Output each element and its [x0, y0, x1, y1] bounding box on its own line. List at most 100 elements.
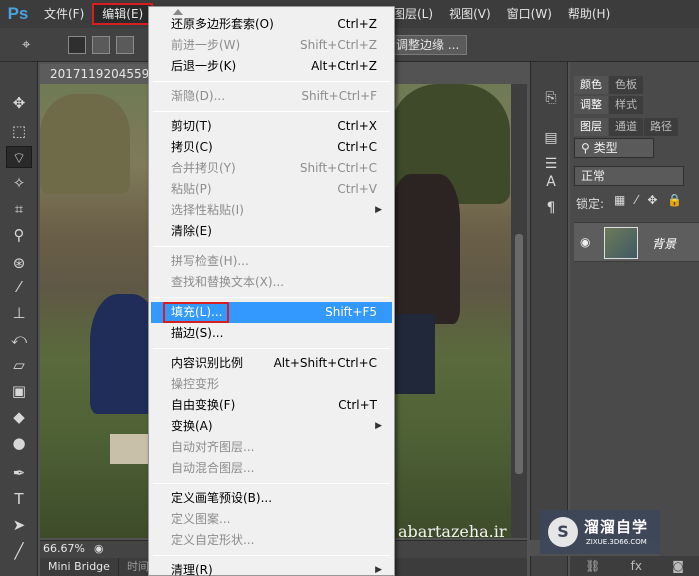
brush-tool-icon[interactable]: ⁄	[6, 276, 32, 298]
menu-item-find-replace[interactable]: 查找和替换文本(X)...	[151, 272, 392, 293]
blur-tool-icon[interactable]: ◆	[6, 406, 32, 428]
polygon-lasso-preset-icon[interactable]: ⌖	[22, 35, 30, 53]
layer-filter-select[interactable]: ⚲ 类型	[574, 138, 654, 158]
brush-panel-icon[interactable]: ☰	[541, 154, 561, 174]
menu-item-auto-blend[interactable]: 自动混合图层...	[151, 458, 392, 479]
menu-item-content-aware-scale[interactable]: 内容识别比例 Alt+Shift+Ctrl+C	[151, 353, 392, 374]
tab-adjustments[interactable]: 调整	[574, 96, 608, 114]
link-icon[interactable]: ⛓	[585, 559, 600, 573]
layer-row-background[interactable]: ◉ 背景	[574, 222, 699, 262]
menu-item-fill[interactable]: 填充(L)... Shift+F5	[151, 302, 392, 323]
menu-item-stroke[interactable]: 描边(S)...	[151, 323, 392, 344]
tab-layers[interactable]: 图层	[574, 118, 608, 136]
brand-logo-icon: S	[548, 517, 578, 547]
tab-styles[interactable]: 样式	[609, 96, 643, 114]
refine-edge-button[interactable]: 调整边缘 ...	[393, 35, 467, 55]
submenu-arrow-icon: ▶	[375, 421, 382, 431]
tab-color[interactable]: 颜色	[574, 76, 608, 94]
magic-wand-icon[interactable]: ✧	[6, 172, 32, 194]
menu-separator	[153, 297, 390, 298]
search-icon: ⚲	[581, 141, 594, 155]
tab-channels[interactable]: 通道	[609, 118, 643, 136]
tab-swatches[interactable]: 色板	[609, 76, 643, 94]
paragraph-panel-icon[interactable]: ¶	[541, 198, 561, 218]
subtract-selection-icon[interactable]	[116, 36, 134, 54]
history-brush-icon[interactable]: ⤺	[6, 328, 32, 350]
menu-item-check-spelling[interactable]: 拼写检查(H)...	[151, 251, 392, 272]
tab-mini-bridge[interactable]: Mini Bridge	[40, 558, 119, 576]
history-panel-icon[interactable]: ⎘	[541, 88, 561, 108]
menu-item-clear[interactable]: 清除(E)	[151, 221, 392, 242]
gradient-tool-icon[interactable]: ▣	[6, 380, 32, 402]
crop-tool-icon[interactable]: ⌗	[6, 198, 32, 220]
menu-item-step-backward[interactable]: 后退一步(K) Alt+Ctrl+Z	[151, 56, 392, 77]
blend-mode-select[interactable]: 正常	[574, 166, 684, 186]
fill-highlight-box	[163, 302, 229, 323]
submenu-arrow-icon: ▶	[375, 565, 382, 575]
menu-item-purge[interactable]: 清理(R) ▶	[151, 560, 392, 576]
menu-view[interactable]: 视图(V)	[441, 3, 499, 25]
layers-footer: ⛓ fx ◙	[570, 556, 699, 576]
menu-item-fade[interactable]: 渐隐(D)... Shift+Ctrl+F	[151, 86, 392, 107]
menu-item-paste[interactable]: 粘贴(P) Ctrl+V	[151, 179, 392, 200]
menu-layer[interactable]: 图层(L)	[393, 3, 441, 25]
dodge-tool-icon[interactable]: ●	[6, 432, 32, 454]
menu-item-cut[interactable]: 剪切(T) Ctrl+X	[151, 116, 392, 137]
add-selection-icon[interactable]	[92, 36, 110, 54]
menu-file[interactable]: 文件(F)	[36, 3, 92, 25]
properties-panel-icon[interactable]: ▤	[541, 128, 561, 148]
menu-edit[interactable]: 编辑(E)	[92, 3, 154, 25]
path-selection-icon[interactable]: ➤	[6, 514, 32, 536]
marquee-tool-icon[interactable]: ⬚	[6, 120, 32, 142]
menu-item-copy[interactable]: 拷贝(C) Ctrl+C	[151, 137, 392, 158]
line-tool-icon[interactable]: ╱	[6, 540, 32, 562]
menu-item-undo[interactable]: 还原多边形套索(O) Ctrl+Z	[151, 14, 392, 35]
menu-item-puppet-warp[interactable]: 操控变形	[151, 374, 392, 395]
zoom-level[interactable]: 66.67%	[43, 542, 85, 555]
man-figure	[390, 174, 460, 324]
menu-help[interactable]: 帮助(H)	[560, 3, 618, 25]
menu-item-define-shape[interactable]: 定义自定形状...	[151, 530, 392, 551]
layer-filter-value: 类型	[593, 141, 618, 155]
menu-window[interactable]: 窗口(W)	[499, 3, 560, 25]
mask-icon[interactable]: ◙	[672, 559, 684, 573]
menu-item-transform[interactable]: 变换(A) ▶	[151, 416, 392, 437]
tools-panel: ✥ ⬚ ⌔ ✧ ⌗ ⚲ ⊛ ⁄ ⊥ ⤺ ▱ ▣ ◆ ● ✒ T ➤ ╱	[0, 62, 38, 576]
status-info-icon[interactable]: ◉	[94, 542, 104, 555]
menu-item-paste-special[interactable]: 选择性粘贴(I) ▶	[151, 200, 392, 221]
menu-separator	[153, 555, 390, 556]
menu-item-define-pattern[interactable]: 定义图案...	[151, 509, 392, 530]
pen-tool-icon[interactable]: ✒	[6, 462, 32, 484]
fx-icon[interactable]: fx	[631, 559, 642, 573]
brand-watermark: S 溜溜自学 ZIXUE.3D66.COM	[540, 510, 660, 554]
new-selection-icon[interactable]	[68, 36, 86, 54]
stamp-tool-icon[interactable]: ⊥	[6, 302, 32, 324]
menu-separator	[153, 81, 390, 82]
edit-menu-dropdown: 还原多边形套索(O) Ctrl+Z 前进一步(W) Shift+Ctrl+Z 后退一…	[148, 6, 395, 576]
tab-paths[interactable]: 路径	[644, 118, 678, 136]
eye-icon[interactable]: ◉	[580, 235, 590, 249]
menu-separator	[153, 483, 390, 484]
menu-item-auto-align[interactable]: 自动对齐图层...	[151, 437, 392, 458]
lasso-tool-icon[interactable]: ⌔	[6, 146, 32, 168]
move-tool-icon[interactable]: ✥	[6, 92, 32, 114]
child-shoe	[110, 434, 150, 464]
healing-brush-icon[interactable]: ⊛	[6, 252, 32, 274]
menu-item-define-brush[interactable]: 定义画笔预设(B)...	[151, 488, 392, 509]
vertical-scrollbar[interactable]	[511, 84, 527, 538]
layer-thumbnail	[604, 227, 638, 259]
lock-icons[interactable]: ▦⁄✥🔒	[614, 193, 692, 207]
document-tab[interactable]: 20171192045596	[40, 64, 157, 84]
character-panel-icon[interactable]: A	[541, 172, 561, 192]
menu-item-copy-merged[interactable]: 合并拷贝(Y) Shift+Ctrl+C	[151, 158, 392, 179]
eraser-tool-icon[interactable]: ▱	[6, 354, 32, 376]
layer-name[interactable]: 背景	[652, 235, 676, 252]
panel-dock: ⎘ ▤ ☰ A ¶	[530, 62, 568, 576]
menu-item-step-forward[interactable]: 前进一步(W) Shift+Ctrl+Z	[151, 35, 392, 56]
eyedropper-icon[interactable]: ⚲	[6, 224, 32, 246]
type-tool-icon[interactable]: T	[6, 488, 32, 510]
menu-item-free-transform[interactable]: 自由变换(F) Ctrl+T	[151, 395, 392, 416]
submenu-arrow-icon: ▶	[375, 205, 382, 215]
photoshop-logo: Ps	[7, 4, 29, 23]
vertical-scroll-thumb[interactable]	[515, 234, 523, 474]
